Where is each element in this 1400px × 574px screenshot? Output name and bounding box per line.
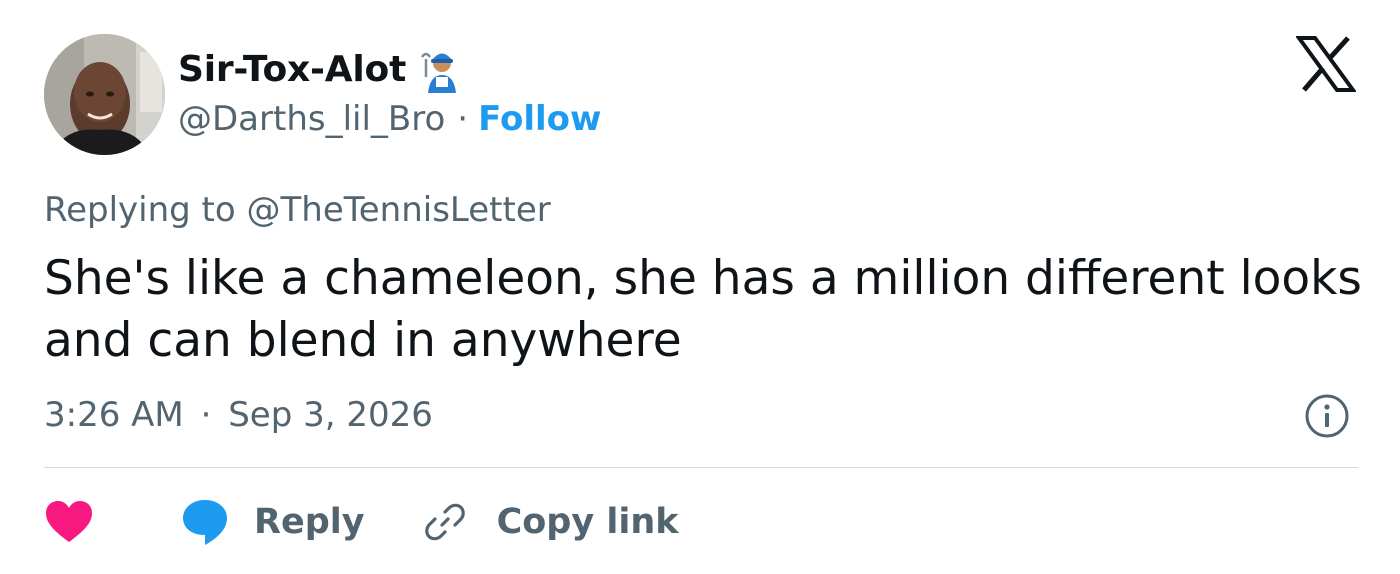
tweet-text: She's like a chameleon, she has a millio… [44, 251, 1362, 368]
action-bar: Reply Copy link [44, 490, 679, 554]
copy-link-button[interactable]: Copy link [365, 500, 679, 544]
display-name[interactable]: Sir-Tox-Alot [178, 49, 406, 90]
link-icon [424, 503, 465, 541]
replying-to-mention[interactable]: @TheTennisLetter [247, 190, 551, 230]
handle-row: @Darths_lil_Bro · Follow [178, 96, 601, 142]
reply-button[interactable]: Reply [94, 497, 365, 547]
follow-button[interactable]: Follow [478, 99, 601, 139]
copy-link-label: Copy link [496, 502, 679, 542]
divider [44, 467, 1358, 468]
replying-prefix: Replying to [44, 190, 236, 230]
speech-bubble-icon [183, 500, 227, 545]
author-handle[interactable]: @Darths_lil_Bro [178, 99, 445, 139]
tweet-time: 3:26 AM [44, 395, 184, 435]
mechanic-emoji-icon [418, 47, 460, 93]
separator-dot: · [457, 99, 469, 139]
reply-label: Reply [254, 502, 365, 542]
avatar[interactable] [44, 34, 165, 155]
timestamp-separator: · [200, 395, 212, 435]
tweet-card: Sir-Tox-Alot @Darths_lil_Bro · Follow Re… [0, 0, 1400, 574]
author-name-row: Sir-Tox-Alot [178, 44, 460, 94]
like-button[interactable] [44, 500, 94, 544]
tweet-date: Sep 3, 2026 [228, 395, 433, 435]
replying-to: Replying to @TheTennisLetter [44, 190, 551, 230]
info-icon[interactable] [1304, 393, 1350, 439]
heart-icon [46, 501, 92, 542]
timestamp[interactable]: 3:26 AM · Sep 3, 2026 [44, 395, 433, 435]
x-logo-icon[interactable] [1295, 36, 1357, 92]
